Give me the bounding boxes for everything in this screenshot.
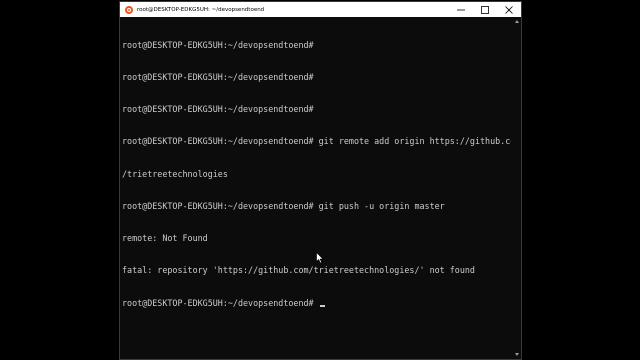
- terminal-line: remote: Not Found: [122, 233, 208, 243]
- close-button[interactable]: [497, 2, 521, 17]
- minimize-button[interactable]: [449, 2, 473, 17]
- maximize-button[interactable]: [473, 2, 497, 17]
- terminal-line: root@DESKTOP-EDKG5UH:~/devopsendtoend# g…: [122, 200, 445, 211]
- scroll-down-icon[interactable]: [515, 353, 519, 356]
- close-icon: [505, 5, 513, 14]
- window-controls: [449, 2, 521, 17]
- terminal-prompt-line: root@DESKTOP-EDKG5UH:~/devopsendtoend#: [122, 298, 511, 309]
- terminal-line: /trietreetechnologies: [122, 168, 228, 179]
- terminal-output[interactable]: root@DESKTOP-EDKG5UH:~/devopsendtoend# r…: [122, 17, 511, 359]
- terminal-line: root@DESKTOP-EDKG5UH:~/devopsendtoend#: [122, 104, 314, 114]
- window-title: root@DESKTOP-EDKG5UH: ~/devopsendtoend: [137, 6, 265, 13]
- scroll-up-icon[interactable]: [515, 20, 519, 23]
- terminal-line: fatal: repository 'https://github.com/tr…: [122, 265, 475, 276]
- ubuntu-icon: [125, 5, 133, 14]
- title-bar[interactable]: root@DESKTOP-EDKG5UH: ~/devopsendtoend: [120, 2, 521, 17]
- terminal-window[interactable]: root@DESKTOP-EDKG5UH: ~/devopsendtoend r…: [119, 1, 522, 360]
- vertical-scrollbar[interactable]: [512, 17, 521, 359]
- minimize-icon: [457, 9, 465, 10]
- terminal-line: root@DESKTOP-EDKG5UH:~/devopsendtoend# g…: [122, 136, 511, 147]
- terminal-line: root@DESKTOP-EDKG5UH:~/devopsendtoend#: [122, 39, 314, 50]
- text-cursor: [319, 304, 325, 307]
- terminal-prompt: root@DESKTOP-EDKG5UH:~/devopsendtoend#: [122, 297, 319, 308]
- terminal-line: root@DESKTOP-EDKG5UH:~/devopsendtoend#: [122, 71, 314, 82]
- maximize-icon: [481, 5, 489, 14]
- mouse-pointer-icon: [316, 252, 324, 264]
